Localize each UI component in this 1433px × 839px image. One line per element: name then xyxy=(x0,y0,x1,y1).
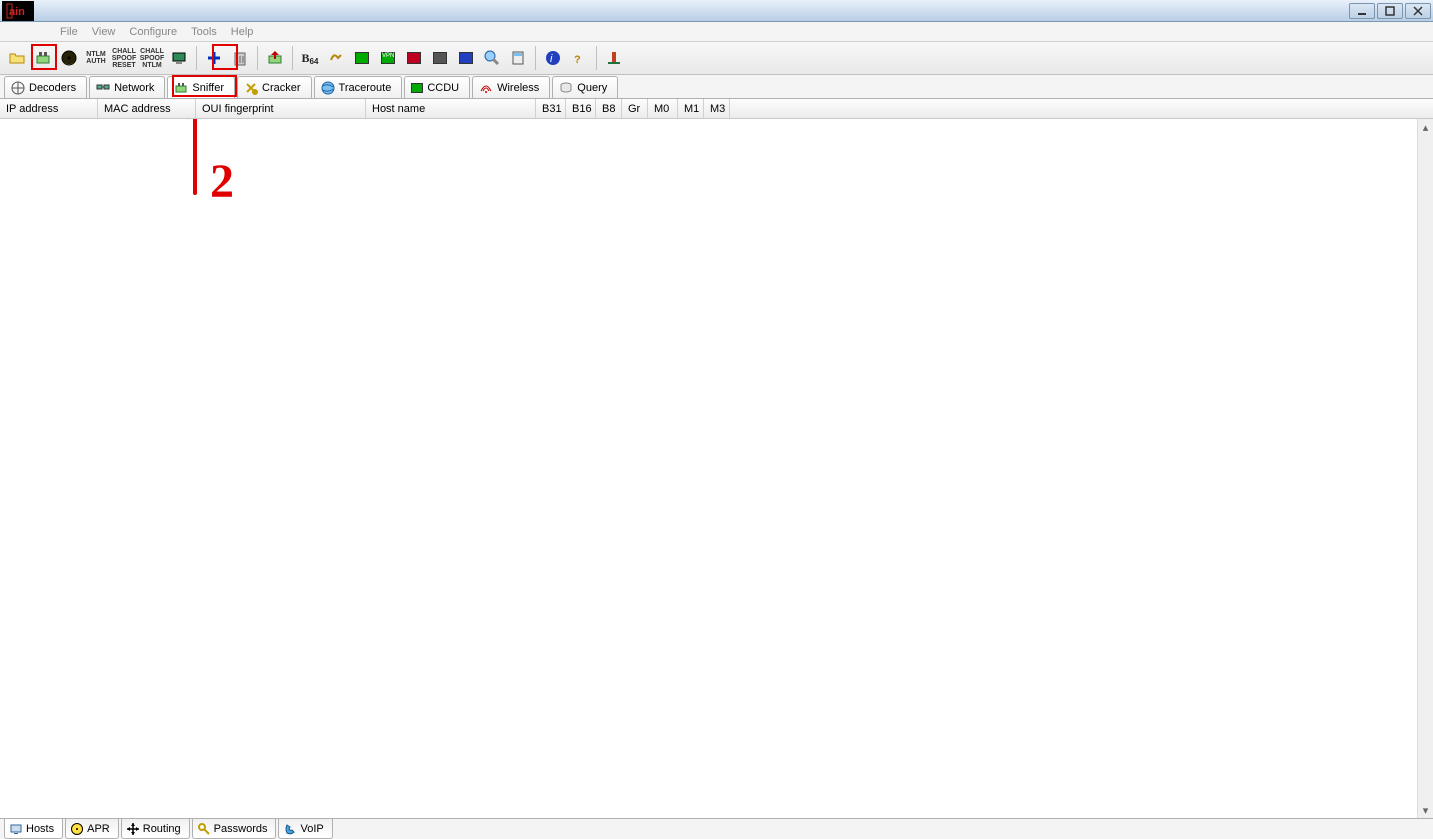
tab-label: Cracker xyxy=(262,82,301,94)
scroll-down-icon[interactable]: ▾ xyxy=(1418,802,1433,818)
menu-tools[interactable]: Tools xyxy=(191,26,217,38)
tab-label: Wireless xyxy=(497,82,539,94)
col-host-name[interactable]: Host name xyxy=(366,99,536,118)
tab-sniffer[interactable]: Sniffer xyxy=(167,76,235,98)
tab-label: VoIP xyxy=(300,823,323,835)
close-button[interactable] xyxy=(1405,3,1431,19)
green-block-2-icon[interactable]: VPN xyxy=(376,46,400,70)
col-b8[interactable]: B8 xyxy=(596,99,622,118)
hash-button[interactable] xyxy=(324,46,348,70)
maximize-button[interactable] xyxy=(1377,3,1403,19)
tabs-bottom: Hosts APR Routing Passwords VoIP xyxy=(0,818,1433,839)
tab-query[interactable]: Query xyxy=(552,76,618,98)
col-mac-address[interactable]: MAC address xyxy=(98,99,196,118)
start-sniffer-button[interactable] xyxy=(31,46,55,70)
tab-routing[interactable]: Routing xyxy=(121,819,190,839)
col-m0[interactable]: M0 xyxy=(648,99,678,118)
scroll-up-icon[interactable]: ▴ xyxy=(1418,119,1433,135)
tab-label: Decoders xyxy=(29,82,76,94)
tab-label: CCDU xyxy=(427,82,459,94)
chall-spoof-ntlm-button[interactable]: CHALLSPOOFNTLM xyxy=(139,46,165,70)
column-headers: IP address MAC address OUI fingerprint H… xyxy=(0,99,1433,119)
add-button[interactable] xyxy=(202,46,226,70)
col-b31[interactable]: B31 xyxy=(536,99,566,118)
ntlm-auth-button[interactable]: NTLMAUTH xyxy=(83,46,109,70)
blue-block-icon[interactable] xyxy=(454,46,478,70)
tab-voip[interactable]: VoIP xyxy=(278,819,332,839)
col-b16[interactable]: B16 xyxy=(566,99,596,118)
tab-decoders[interactable]: Decoders xyxy=(4,76,87,98)
export-button[interactable] xyxy=(263,46,287,70)
chall-spoof-reset-button[interactable]: CHALLSPOOFRESET xyxy=(111,46,137,70)
remove-button[interactable] xyxy=(228,46,252,70)
toolbar-separator xyxy=(292,46,293,70)
toolbar-separator xyxy=(257,46,258,70)
tab-hosts[interactable]: Hosts xyxy=(4,819,63,839)
calculator-icon[interactable] xyxy=(506,46,530,70)
green-block-1-icon[interactable] xyxy=(350,46,374,70)
col-m3[interactable]: M3 xyxy=(704,99,730,118)
col-ip-address[interactable]: IP address xyxy=(0,99,98,118)
toolbar-separator xyxy=(535,46,536,70)
app-icon: ain xyxy=(2,1,34,21)
tab-ccdu[interactable]: CCDU xyxy=(404,76,470,98)
list-content[interactable]: 2 1 ▴ ▾ xyxy=(0,119,1433,818)
exit-icon[interactable] xyxy=(602,46,626,70)
tab-label: Hosts xyxy=(26,823,54,835)
tab-label: APR xyxy=(87,823,110,835)
minimize-button[interactable] xyxy=(1349,3,1375,19)
tab-passwords[interactable]: Passwords xyxy=(192,819,277,839)
menu-help[interactable]: Help xyxy=(231,26,254,38)
titlebar: ain xyxy=(0,0,1433,22)
about-icon[interactable]: i xyxy=(541,46,565,70)
toolbar-separator xyxy=(596,46,597,70)
col-oui-fingerprint[interactable]: OUI fingerprint xyxy=(196,99,366,118)
base64-button[interactable]: B64 xyxy=(298,46,322,70)
red-block-icon[interactable] xyxy=(402,46,426,70)
open-button[interactable] xyxy=(5,46,29,70)
annotation-arrow-2 xyxy=(185,119,255,203)
annotation-label-2: 2 xyxy=(210,154,234,209)
svg-text:ain: ain xyxy=(9,6,25,18)
svg-text:?: ? xyxy=(574,54,581,66)
tab-label: Traceroute xyxy=(339,82,392,94)
globe-wrench-icon[interactable] xyxy=(480,46,504,70)
tab-label: Network xyxy=(114,82,154,94)
menu-file[interactable]: File xyxy=(60,26,78,38)
help-icon[interactable]: ? xyxy=(567,46,591,70)
menu-configure[interactable]: Configure xyxy=(129,26,177,38)
tab-apr[interactable]: APR xyxy=(65,819,119,839)
tab-cracker[interactable]: Cracker xyxy=(237,76,312,98)
tab-label: Query xyxy=(577,82,607,94)
tab-traceroute[interactable]: Traceroute xyxy=(314,76,403,98)
tabs-top: Decoders Network Sniffer Cracker Tracero… xyxy=(0,75,1433,99)
toolbar-separator xyxy=(196,46,197,70)
toolbar: NTLMAUTH CHALLSPOOFRESET CHALLSPOOFNTLM … xyxy=(0,42,1433,75)
tab-label: Routing xyxy=(143,823,181,835)
menu-view[interactable]: View xyxy=(92,26,116,38)
grey-block-icon[interactable] xyxy=(428,46,452,70)
tab-wireless[interactable]: Wireless xyxy=(472,76,550,98)
tab-label: Passwords xyxy=(214,823,268,835)
tab-network[interactable]: Network xyxy=(89,76,165,98)
radioactive-button[interactable] xyxy=(57,46,81,70)
monitor-button[interactable] xyxy=(167,46,191,70)
menubar: File View Configure Tools Help xyxy=(0,22,1433,42)
col-gr[interactable]: Gr xyxy=(622,99,648,118)
vertical-scrollbar[interactable]: ▴ ▾ xyxy=(1417,119,1433,818)
tab-label: Sniffer xyxy=(192,82,224,94)
col-m1[interactable]: M1 xyxy=(678,99,704,118)
